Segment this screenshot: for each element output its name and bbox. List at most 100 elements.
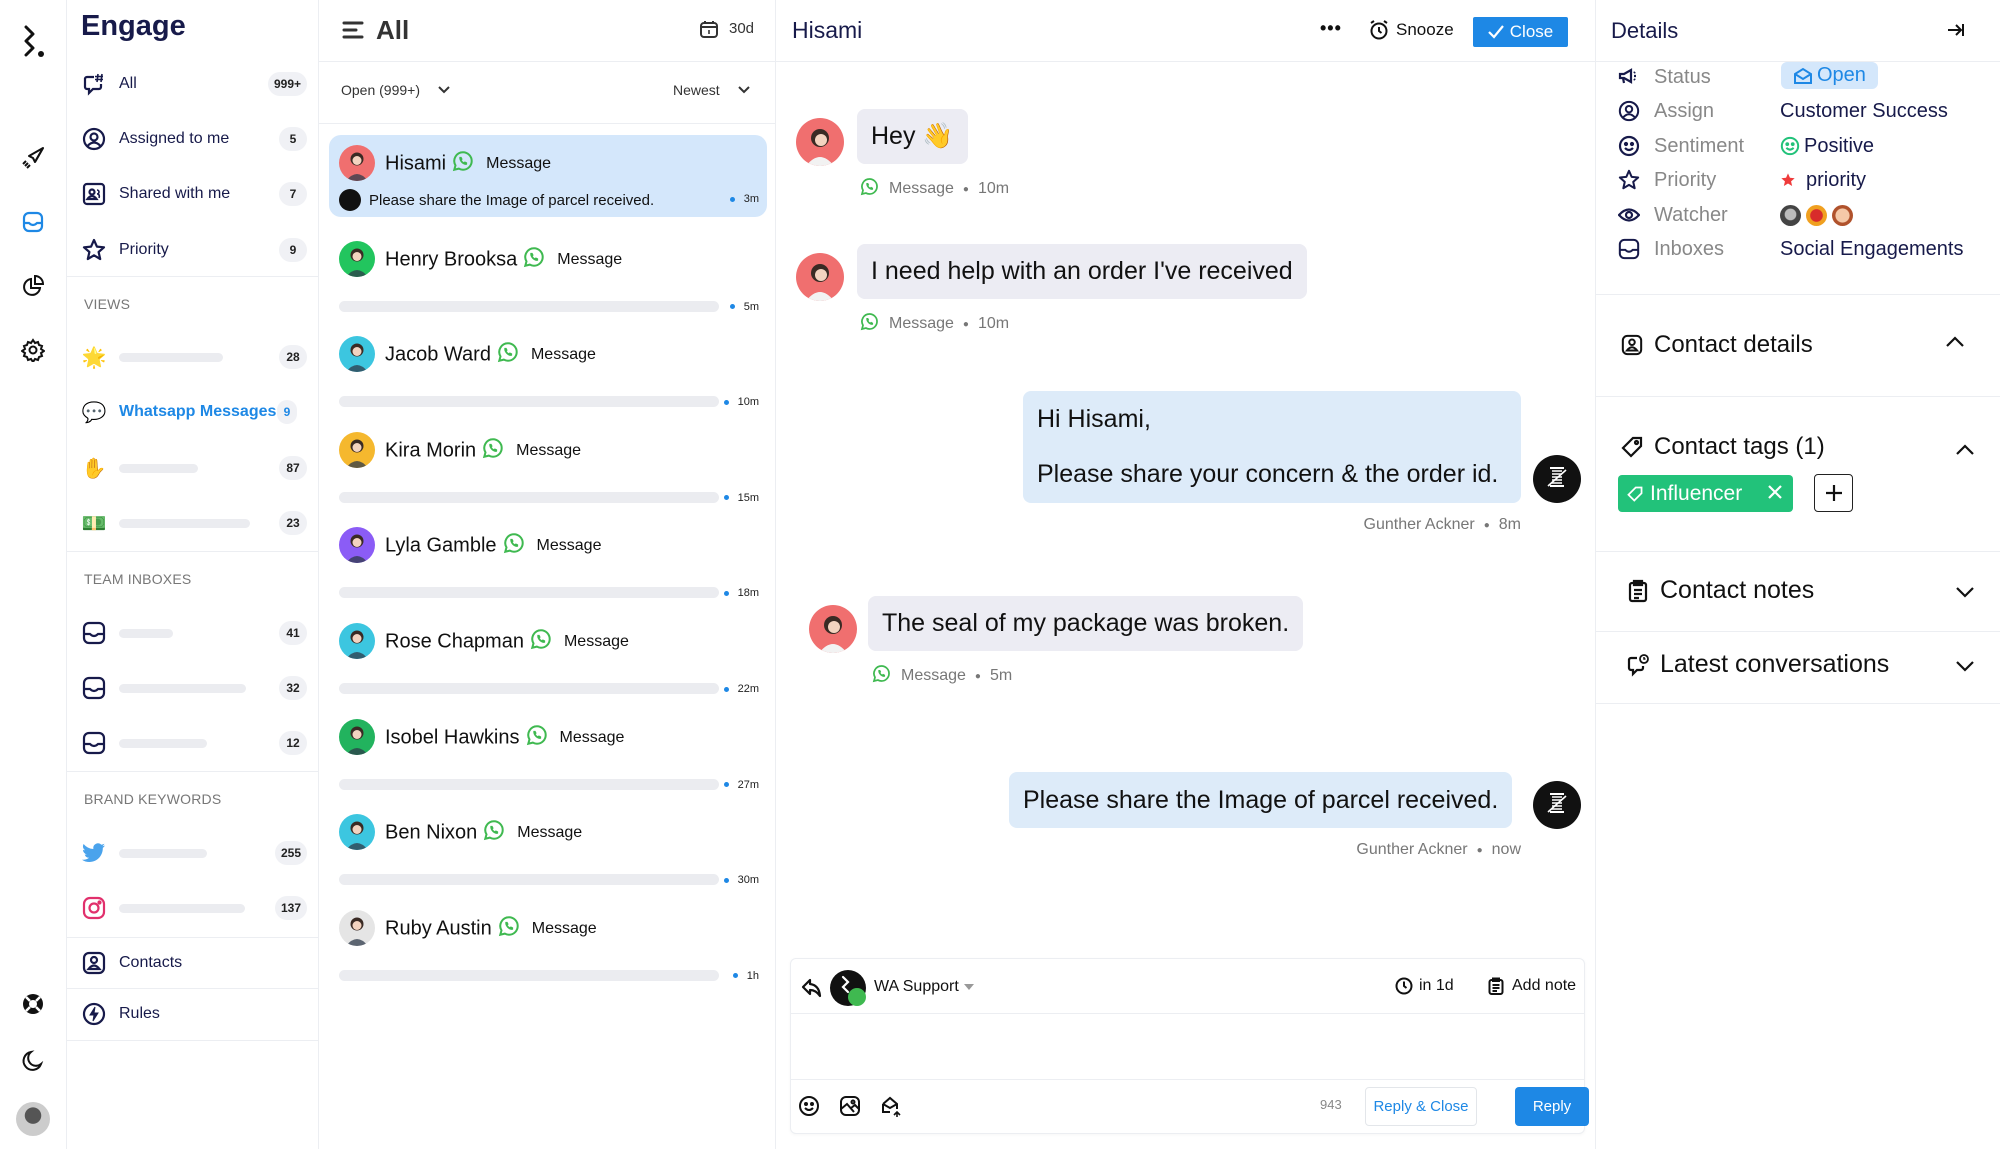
- conversation-time: 15m: [723, 492, 759, 504]
- conversation-item[interactable]: Isobel Hawkins Message 27m: [329, 709, 767, 791]
- campaign-icon[interactable]: [17, 142, 49, 174]
- section-header-latest-conversations[interactable]: Latest conversations: [1624, 650, 1889, 679]
- chevron-up-icon[interactable]: [1943, 329, 1967, 353]
- brand-keyword-item-twitter[interactable]: 255: [67, 832, 319, 874]
- clipboard-icon: [1624, 577, 1652, 605]
- snooze-button[interactable]: Snooze: [1368, 19, 1454, 41]
- whatsapp-icon: [482, 437, 504, 465]
- collapse-panel-icon[interactable]: [1947, 22, 1965, 43]
- glowing-star-emoji-icon: 🌟: [81, 346, 107, 369]
- whatsapp-icon: [860, 312, 879, 336]
- section-header-contact-details[interactable]: Contact details: [1618, 331, 1813, 359]
- conversation-item[interactable]: Ben Nixon Message 30m: [329, 804, 767, 886]
- section-header-contact-notes[interactable]: Contact notes: [1624, 576, 1814, 605]
- chevron-down-icon[interactable]: [1953, 654, 1977, 678]
- help-icon[interactable]: [17, 988, 49, 1020]
- sort-dropdown[interactable]: Newest: [673, 82, 750, 98]
- detail-row-status: Status Open: [1616, 62, 1996, 92]
- count-badge: 9: [277, 400, 297, 424]
- section-header-contact-tags[interactable]: Contact tags (1): [1618, 433, 1825, 461]
- message-meta: Message ● 5m: [872, 664, 1012, 688]
- conversation-name-row: Jacob Ward Message: [385, 341, 596, 369]
- conversation-name-row: Ben Nixon Message: [385, 819, 582, 847]
- canned-response-icon[interactable]: [880, 1095, 902, 1122]
- count-badge: 23: [279, 511, 307, 535]
- chevron-down-icon[interactable]: [1953, 580, 1977, 604]
- divider: [791, 1079, 1584, 1080]
- conversation-item[interactable]: Jacob Ward Message 10m: [329, 326, 767, 408]
- message-meta: Gunther Ackner ● 8m: [1363, 516, 1521, 533]
- menu-icon[interactable]: [342, 20, 364, 45]
- nav-item-priority[interactable]: Priority 9: [67, 229, 319, 271]
- watcher-avatar: [1806, 204, 1827, 226]
- remove-tag-icon[interactable]: [1767, 482, 1783, 506]
- chevron-up-icon[interactable]: [1953, 437, 1977, 461]
- reply-and-close-button[interactable]: Reply & Close: [1365, 1087, 1477, 1126]
- account-selector[interactable]: WA Support: [874, 978, 974, 996]
- reply-button[interactable]: Reply: [1515, 1087, 1589, 1126]
- priority-value[interactable]: priority: [1780, 169, 1866, 192]
- brand-keyword-item-instagram[interactable]: 137: [67, 887, 319, 929]
- view-item[interactable]: ✋ 87: [67, 447, 319, 489]
- inbox-icon[interactable]: [17, 206, 49, 238]
- close-conversation-button[interactable]: Close: [1473, 17, 1568, 47]
- team-inbox-item[interactable]: 12: [67, 722, 319, 764]
- user-avatar[interactable]: [16, 1102, 50, 1136]
- status-filter-dropdown[interactable]: Open (999+): [341, 82, 450, 98]
- view-item[interactable]: 💵 23: [67, 502, 319, 544]
- tag-chip-influencer[interactable]: Influencer: [1618, 475, 1793, 512]
- conversation-item[interactable]: Ruby Austin Message 1h: [329, 900, 767, 982]
- view-item-whatsapp-messages[interactable]: 💬 Whatsapp Messages 9: [67, 391, 319, 433]
- conversation-item[interactable]: Rose Chapman Message 22m: [329, 613, 767, 695]
- logo-icon[interactable]: [17, 25, 49, 58]
- emoji-icon[interactable]: [798, 1095, 820, 1122]
- settings-icon[interactable]: [17, 334, 49, 366]
- chat-panel: Hisami ••• Snooze Close Hey 👋 Message ● 10…: [776, 0, 1595, 1149]
- message-meta: Message ● 10m: [860, 312, 1009, 336]
- reports-icon[interactable]: [17, 270, 49, 302]
- inbox-icon: [81, 675, 107, 701]
- nav-item-contacts[interactable]: Contacts: [67, 942, 319, 984]
- conversation-name-row: Ruby Austin Message: [385, 915, 597, 943]
- calendar-icon[interactable]: [699, 19, 719, 44]
- conversation-name-row: Isobel Hawkins Message: [385, 724, 624, 752]
- assignee-value[interactable]: Customer Success: [1780, 100, 1948, 123]
- conversation-item[interactable]: Henry Brooksa Message 5m: [329, 231, 767, 313]
- add-note-button[interactable]: Add note: [1488, 977, 1576, 995]
- message-bubble-incoming: I need help with an order I've received: [857, 244, 1307, 299]
- team-inbox-item[interactable]: 41: [67, 612, 319, 654]
- nav-item-rules[interactable]: Rules: [67, 993, 319, 1035]
- team-inbox-item[interactable]: 32: [67, 667, 319, 709]
- watcher-avatars[interactable]: [1780, 204, 1853, 226]
- conversation-list-panel: All 30d Open (999+) Newest Hisami Message…: [319, 0, 776, 1149]
- schedule-button[interactable]: in 1d: [1395, 977, 1454, 995]
- reply-textarea[interactable]: [791, 1014, 1584, 1079]
- account-avatar: [830, 970, 866, 1006]
- sentiment-value[interactable]: Positive: [1780, 135, 1874, 158]
- alarm-clock-icon: [1370, 20, 1388, 40]
- icon-rail: [0, 0, 66, 1149]
- more-options-button[interactable]: •••: [1320, 18, 1342, 39]
- status-badge[interactable]: Open: [1781, 62, 1878, 89]
- character-count: 943: [1320, 1097, 1342, 1112]
- whatsapp-icon: [483, 819, 505, 847]
- date-range[interactable]: 30d: [729, 20, 754, 37]
- conversation-item[interactable]: Lyla Gamble Message 18m: [329, 517, 767, 599]
- add-tag-button[interactable]: [1814, 474, 1853, 512]
- reply-arrow-icon[interactable]: [801, 977, 823, 1004]
- inbox-label-placeholder: [119, 683, 246, 693]
- whatsapp-icon: [530, 628, 552, 656]
- conversation-item[interactable]: Hisami Message Please share the Image of p…: [329, 135, 767, 217]
- reply-composer: WA Support in 1d Add note 943 Reply & Cl…: [790, 958, 1589, 1134]
- nav-sidebar: Engage All 999+ Assigned to me 5 Shared …: [66, 0, 319, 1149]
- nav-item-assigned-to-me[interactable]: Assigned to me 5: [67, 118, 319, 160]
- nav-item-shared-with-me[interactable]: Shared with me 7: [67, 173, 319, 215]
- list-header: All 30d: [319, 0, 776, 62]
- image-attach-icon[interactable]: [839, 1095, 861, 1122]
- view-item[interactable]: 🌟 28: [67, 336, 319, 378]
- spool-logo-icon: [1544, 790, 1570, 821]
- conversation-item[interactable]: Kira Morin Message 15m: [329, 422, 767, 504]
- nav-item-all[interactable]: All 999+: [67, 63, 319, 105]
- clock-icon: [1395, 977, 1413, 995]
- dark-mode-icon[interactable]: [17, 1045, 49, 1077]
